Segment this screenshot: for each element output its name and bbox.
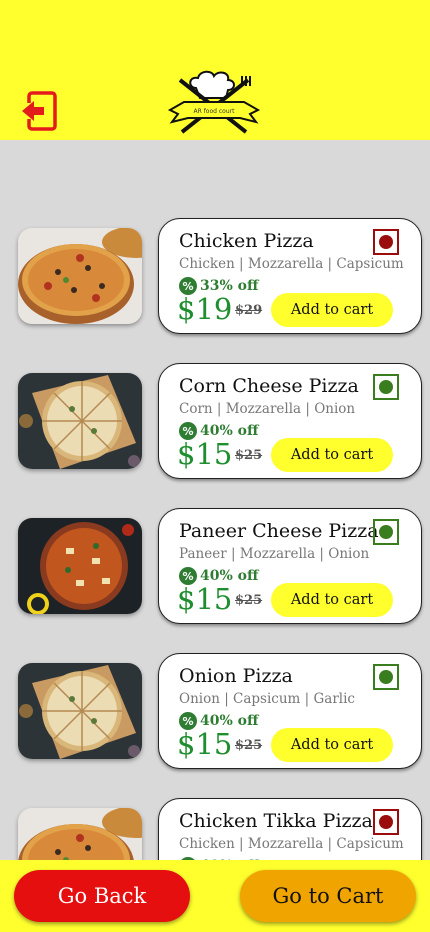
logout-icon[interactable] xyxy=(20,90,58,132)
pizza-ingredients: Chicken | Mozzarella | Capsicum xyxy=(179,256,404,272)
veg-indicator-icon xyxy=(373,664,399,690)
pizza-image[interactable] xyxy=(18,228,142,324)
pizza-row: Chicken Tikka Pizza Chicken | Mozzarella… xyxy=(0,798,430,860)
pizza-name: Chicken Pizza xyxy=(179,230,314,252)
add-to-cart-button[interactable]: Add to cart xyxy=(271,438,393,472)
go-to-cart-button[interactable]: Go to Cart xyxy=(240,870,416,922)
pizza-ingredients: Corn | Mozzarella | Onion xyxy=(179,401,356,417)
pizza-image[interactable] xyxy=(18,373,142,469)
price: $15 xyxy=(177,437,233,471)
go-back-button[interactable]: Go Back xyxy=(14,870,190,922)
pizza-card[interactable]: Chicken Pizza Chicken | Mozzarella | Cap… xyxy=(158,218,422,334)
pizza-name: Chicken Tikka Pizza xyxy=(179,810,373,832)
original-price: $29 xyxy=(235,303,263,318)
pizza-image[interactable] xyxy=(18,518,142,614)
original-price: $25 xyxy=(235,448,263,463)
veg-indicator-icon xyxy=(373,374,399,400)
footer-bar: Go Back Go to Cart xyxy=(0,860,430,932)
pizza-image[interactable] xyxy=(18,808,142,860)
veg-indicator-icon xyxy=(373,519,399,545)
original-price: $25 xyxy=(235,738,263,753)
pizza-ingredients: Onion | Capsicum | Garlic xyxy=(179,691,355,707)
pizza-name: Corn Cheese Pizza xyxy=(179,375,359,397)
pizza-row: Chicken Pizza Chicken | Mozzarella | Cap… xyxy=(0,218,430,338)
pizza-name: Paneer Cheese Pizza xyxy=(179,520,379,542)
pizza-ingredients: Chicken | Mozzarella | Capsicum xyxy=(179,836,404,852)
pizza-card[interactable]: Chicken Tikka Pizza Chicken | Mozzarella… xyxy=(158,798,422,860)
original-price: $25 xyxy=(235,593,263,608)
pizza-image[interactable] xyxy=(18,663,142,759)
pizza-list[interactable]: Chicken Pizza Chicken | Mozzarella | Cap… xyxy=(0,140,430,860)
pizza-card[interactable]: Onion Pizza Onion | Capsicum | Garlic % … xyxy=(158,653,422,769)
add-to-cart-button[interactable]: Add to cart xyxy=(271,728,393,762)
pizza-name: Onion Pizza xyxy=(179,665,293,687)
pizza-row: Paneer Cheese Pizza Paneer | Mozzarella … xyxy=(0,508,430,628)
pizza-ingredients: Paneer | Mozzarella | Onion xyxy=(179,546,370,562)
price: $15 xyxy=(177,582,233,616)
pizza-row: Onion Pizza Onion | Capsicum | Garlic % … xyxy=(0,653,430,773)
chef-logo: AR food court xyxy=(168,70,260,134)
non-veg-indicator-icon xyxy=(373,809,399,835)
pizza-row: Corn Cheese Pizza Corn | Mozzarella | On… xyxy=(0,363,430,483)
add-to-cart-button[interactable]: Add to cart xyxy=(271,583,393,617)
logo-text: AR food court xyxy=(194,108,236,115)
add-to-cart-button[interactable]: Add to cart xyxy=(271,293,393,327)
price: $15 xyxy=(177,727,233,761)
app-header: AR food court xyxy=(0,0,430,140)
price: $19 xyxy=(177,292,233,326)
pizza-card[interactable]: Corn Cheese Pizza Corn | Mozzarella | On… xyxy=(158,363,422,479)
pizza-card[interactable]: Paneer Cheese Pizza Paneer | Mozzarella … xyxy=(158,508,422,624)
non-veg-indicator-icon xyxy=(373,229,399,255)
